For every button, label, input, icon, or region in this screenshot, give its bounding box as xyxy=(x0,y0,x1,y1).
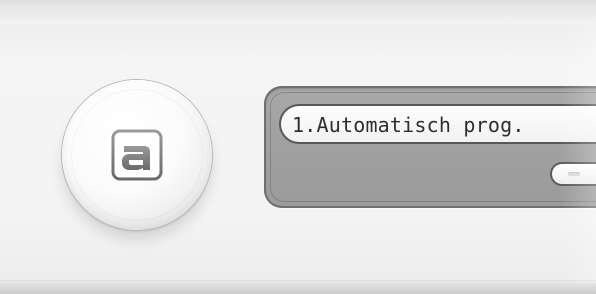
minus-icon xyxy=(568,172,580,176)
brand-logo-icon xyxy=(111,129,163,181)
main-dial-button[interactable] xyxy=(62,80,212,230)
minus-button[interactable] xyxy=(550,162,596,186)
bottom-edge xyxy=(0,280,596,294)
top-edge xyxy=(0,0,596,25)
appliance-control-panel: 1.Automatisch prog. xyxy=(0,0,596,294)
menu-item-label: 1.Automatisch prog. xyxy=(292,113,525,137)
